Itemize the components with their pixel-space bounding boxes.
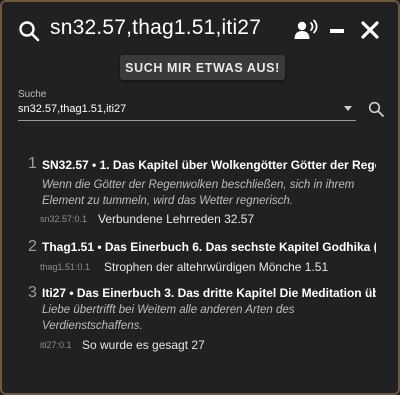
- random-suggestion-button[interactable]: SUCH MIR ETWAS AUS!: [120, 55, 285, 80]
- search-field-label: Suche: [18, 89, 47, 100]
- result-number: 2: [28, 238, 37, 255]
- result-blurb: Liebe übertrifft bei Weitem alle anderen…: [42, 304, 295, 332]
- result-subtitle: So wurde es gesagt 27: [82, 338, 205, 352]
- result-title[interactable]: Iti27 • Das Einerbuch 3. Das dritte Kapi…: [42, 286, 376, 300]
- search-input[interactable]: sn32.57,thag1.51,iti27: [18, 103, 126, 115]
- result-number: 1: [28, 155, 37, 172]
- result-title[interactable]: Thag1.51 • Das Einerbuch 6. Das sechste …: [42, 240, 376, 254]
- minimize-icon[interactable]: [330, 29, 344, 33]
- speaker-icon[interactable]: [294, 19, 318, 41]
- result-blurb: Wenn die Götter der Regenwolken beschlie…: [42, 179, 355, 207]
- result-subtitle: Verbundene Lehrreden 32.57: [98, 212, 255, 226]
- chevron-down-icon[interactable]: [344, 106, 352, 111]
- search-icon[interactable]: [18, 20, 40, 42]
- search-icon[interactable]: [368, 101, 384, 117]
- query-title: sn32.57,thag1.51,iti27: [50, 16, 262, 39]
- search-input-underline: [18, 120, 356, 121]
- close-icon[interactable]: [361, 21, 379, 39]
- result-title[interactable]: SN32.57 • 1. Das Kapitel über Wolkengött…: [42, 158, 376, 172]
- result-reference: iti27:0.1: [40, 340, 72, 350]
- result-reference: sn32.57:0.1: [40, 214, 88, 224]
- top-bar: sn32.57,thag1.51,iti27: [2, 2, 398, 58]
- app-window: sn32.57,thag1.51,iti27 SUCH MIR ETWAS AU…: [0, 0, 400, 395]
- result-subtitle: Strophen der altehrwürdigen Mönche 1.51: [104, 260, 329, 274]
- result-reference: thag1.51:0.1: [40, 262, 91, 272]
- result-number: 3: [28, 284, 37, 301]
